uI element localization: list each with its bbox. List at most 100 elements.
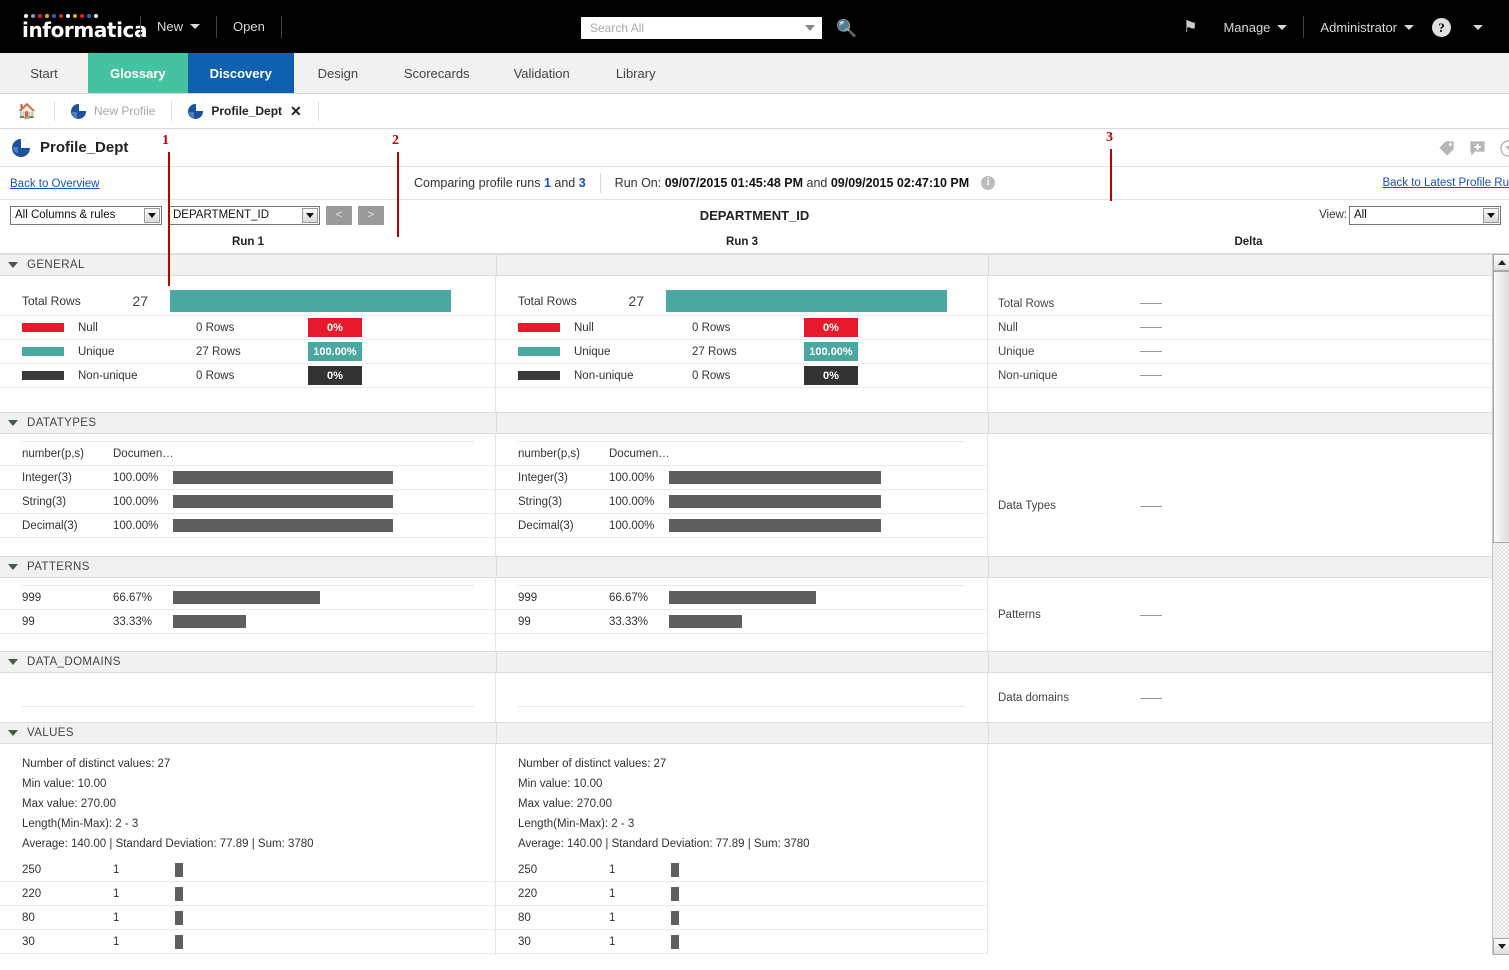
stat-distinct-values: Number of distinct values: 27 (518, 754, 987, 774)
document-tab-profile-dept[interactable]: Profile_Dept ✕ (172, 94, 317, 128)
tag-icon[interactable] (1437, 139, 1456, 158)
scrollbar-thumb[interactable] (1493, 271, 1509, 543)
comparison-body: GENERAL Total Rows 27 Null 0 Rows 0% (0, 254, 1509, 955)
scrollbar-track[interactable] (1493, 271, 1509, 938)
metric-label: Null (574, 322, 692, 334)
nav-tab-discovery[interactable]: Discovery (188, 53, 294, 93)
metric-percent: 100.00% (804, 342, 858, 361)
pattern-percent: 66.67% (609, 592, 669, 604)
nav-tab-validation[interactable]: Validation (492, 53, 592, 93)
collapse-triangle-icon[interactable] (8, 262, 18, 268)
nav-tab-scorecards[interactable]: Scorecards (382, 53, 492, 93)
datatype-name: String(3) (0, 496, 113, 508)
collapse-triangle-icon[interactable] (8, 730, 18, 736)
chevron-down-icon[interactable] (144, 208, 160, 223)
section-title: VALUES (27, 727, 74, 739)
value-name: 220 (0, 888, 113, 900)
home-icon[interactable]: 🏠 (0, 102, 54, 120)
search-scope-chevron-icon[interactable] (805, 25, 815, 31)
vertical-scrollbar[interactable] (1492, 254, 1509, 955)
datatype-header-name: number(p,s) (0, 448, 113, 460)
info-icon[interactable]: i (981, 176, 995, 190)
section-title: DATATYPES (27, 417, 96, 429)
next-column-button[interactable]: > (358, 206, 384, 225)
back-to-overview-link[interactable]: Back to Overview (10, 178, 99, 190)
back-to-latest-profile-run-link[interactable]: Back to Latest Profile Ru (1382, 177, 1509, 189)
collapse-triangle-icon[interactable] (8, 420, 18, 426)
pane-delta-values (988, 744, 1493, 955)
nav-tab-library[interactable]: Library (592, 53, 680, 93)
document-tab-new-profile[interactable]: New Profile (55, 94, 171, 128)
profile-title-bar: Profile_Dept (0, 129, 1509, 167)
table-header-row: number(p,s) Documen… (496, 442, 987, 466)
chevron-down-icon[interactable] (302, 208, 318, 223)
user-menu[interactable]: Administrator (1304, 14, 1430, 40)
nav-tab-label: Validation (514, 66, 570, 81)
section-header-patterns[interactable]: PATTERNS (0, 556, 1493, 578)
section-header-values[interactable]: VALUES (0, 722, 1493, 744)
datatype-bar (669, 495, 881, 508)
value-count: 1 (609, 864, 671, 876)
chevron-down-icon[interactable] (1483, 208, 1499, 223)
nav-tab-glossary[interactable]: Glossary (88, 53, 188, 93)
unique-swatch (22, 347, 64, 356)
pane-delta-general: Total Rows Null Unique Non-unique (988, 276, 1493, 412)
table-row: Null (988, 316, 1493, 340)
delta-dash (1140, 506, 1162, 507)
close-icon[interactable]: ✕ (290, 103, 302, 120)
delta-label: Non-unique (988, 370, 1140, 382)
section-header-datatypes[interactable]: DATATYPES (0, 412, 1493, 434)
search-input[interactable] (588, 20, 805, 36)
pane-run3-patterns: 999 66.67% 99 33.33% (496, 578, 988, 651)
columns-rules-select-value: All Columns & rules (15, 209, 115, 221)
top-right-menus: ⚑ Manage Administrator ? (1183, 14, 1493, 40)
pattern-name: 999 (0, 592, 113, 604)
previous-column-button[interactable]: < (326, 206, 352, 225)
metric-rows: 0 Rows (196, 370, 308, 382)
nav-tab-start[interactable]: Start (0, 53, 88, 93)
help-icon[interactable]: ? (1432, 18, 1451, 37)
metric-label: Unique (78, 346, 196, 358)
nav-tab-design[interactable]: Design (294, 53, 382, 93)
scroll-up-button[interactable] (1493, 254, 1509, 271)
new-menu[interactable]: New (141, 14, 216, 40)
columns-rules-select[interactable]: All Columns & rules (10, 206, 162, 225)
collapse-triangle-icon[interactable] (8, 564, 18, 570)
table-row: Decimal(3) 100.00% (496, 514, 987, 538)
flag-icon[interactable]: ⚑ (1183, 17, 1197, 37)
metric-label: Null (78, 322, 196, 334)
datatype-percent: 100.00% (113, 520, 173, 532)
history-clock-icon[interactable] (1499, 139, 1509, 158)
metric-rows: 0 Rows (692, 322, 804, 334)
datatype-name: Decimal(3) (0, 520, 113, 532)
section-header-general[interactable]: GENERAL (0, 254, 1493, 276)
scroll-down-button[interactable] (1493, 938, 1509, 955)
profile-pie-icon (71, 104, 86, 119)
column-select[interactable]: DEPARTMENT_ID (168, 206, 320, 225)
chevron-down-icon (190, 24, 200, 29)
pane-seam (988, 556, 989, 578)
section-header-data-domains[interactable]: DATA_DOMAINS (0, 651, 1493, 673)
pane-run3-datatypes: number(p,s) Documen… Integer(3) 100.00% … (496, 434, 988, 556)
table-row: Non-unique 0 Rows 0% (0, 364, 495, 388)
dotted-separator (22, 434, 473, 442)
open-menu[interactable]: Open (217, 14, 281, 40)
total-rows-value: 27 (108, 293, 148, 309)
more-menu[interactable] (1455, 14, 1493, 40)
value-statistics: Number of distinct values: 27 Min value:… (0, 744, 495, 858)
informatica-logo[interactable]: informatica (22, 14, 140, 40)
table-row: Total Rows (988, 292, 1493, 316)
collapse-triangle-icon[interactable] (8, 659, 18, 665)
datatype-header-name: number(p,s) (496, 448, 609, 460)
pane-run1-patterns: 999 66.67% 99 33.33% (0, 578, 496, 651)
view-select[interactable]: All (1349, 206, 1501, 225)
datatype-percent: 100.00% (113, 496, 173, 508)
search-icon[interactable]: 🔍 (836, 20, 857, 37)
divider (600, 173, 601, 193)
stat-average-stddev-sum: Average: 140.00 | Standard Deviation: 77… (518, 834, 987, 854)
total-rows-value: 27 (604, 293, 644, 309)
datatype-name: String(3) (496, 496, 609, 508)
manage-menu[interactable]: Manage (1207, 14, 1303, 40)
search-box[interactable] (581, 17, 822, 39)
add-comment-icon[interactable] (1468, 139, 1487, 158)
